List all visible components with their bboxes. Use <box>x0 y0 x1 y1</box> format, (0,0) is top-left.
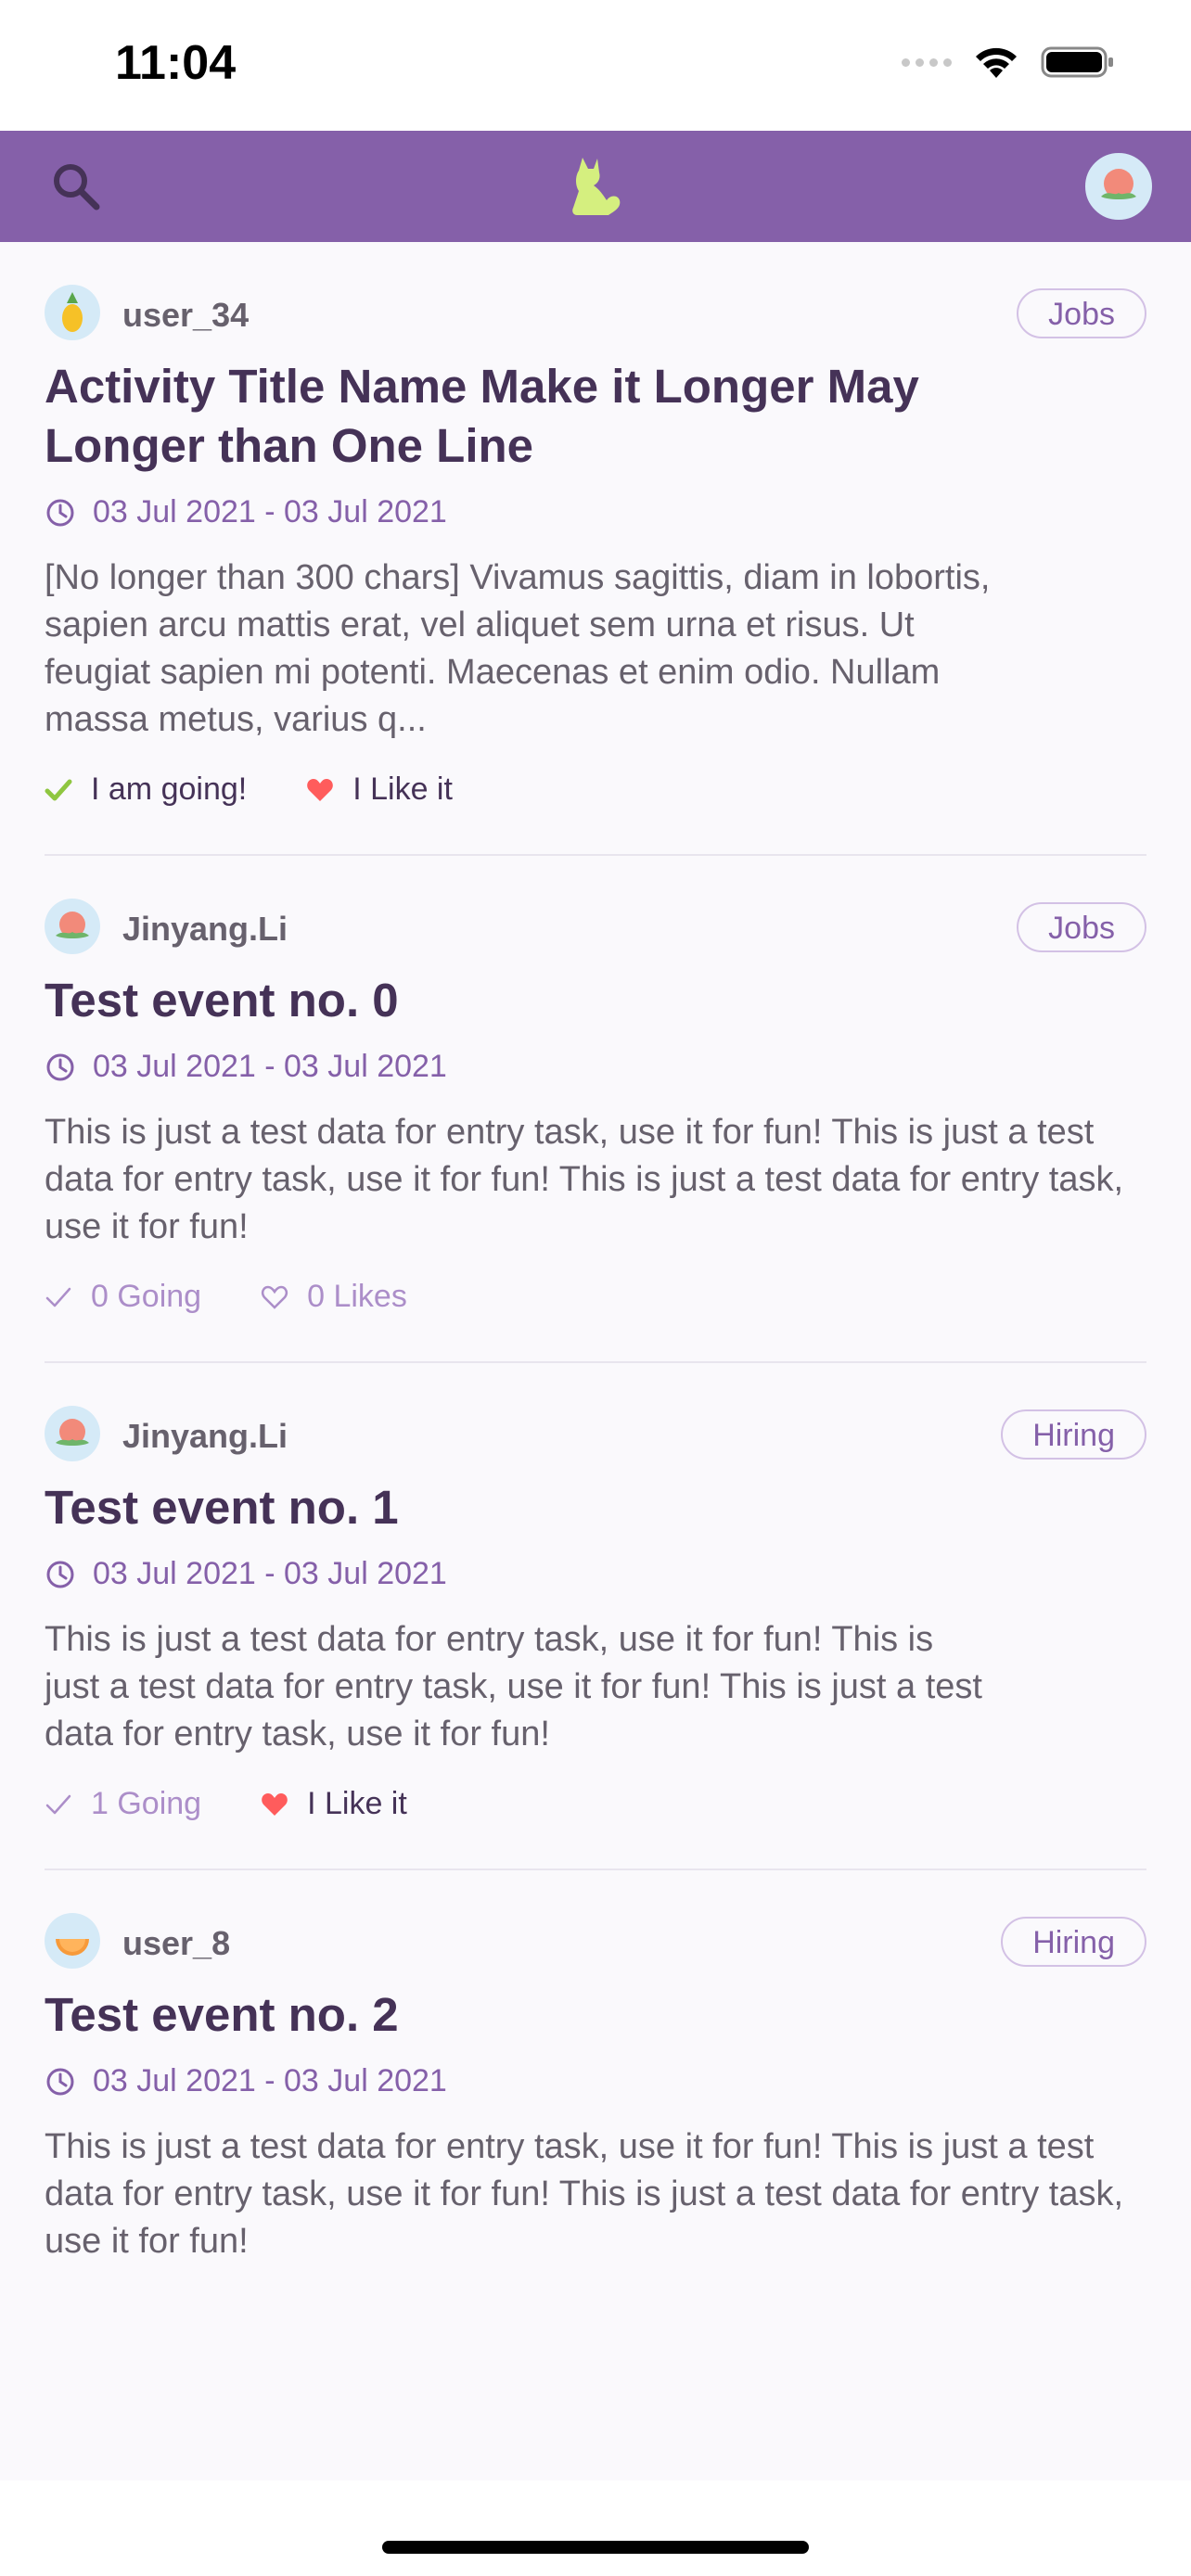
heart-icon <box>262 1792 288 1816</box>
going-count: 1 Going <box>91 1786 202 1821</box>
event-description: This is just a test data for entry task,… <box>45 1113 1124 1246</box>
event-card[interactable]: Jinyang.Li Jobs Test event no. 0 03 Jul … <box>45 856 1146 1363</box>
clock-icon <box>46 1053 74 1080</box>
peach-icon <box>56 912 89 938</box>
home-indicator[interactable] <box>382 2541 809 2554</box>
user-name[interactable]: Jinyang.Li <box>122 910 288 949</box>
wifi-icon <box>976 47 1017 78</box>
signal-icon <box>902 57 952 67</box>
profile-avatar[interactable] <box>1085 153 1152 220</box>
going-button[interactable]: 0 Going <box>45 1279 201 1315</box>
check-outline-icon <box>45 1287 71 1307</box>
event-actions: 1 Going I Like it <box>45 1786 1146 1868</box>
event-actions: 0 Going 0 Likes <box>45 1279 1146 1361</box>
status-bar: 11:04 <box>0 0 1191 131</box>
event-card[interactable]: user_34 Jobs Activity Title Name Make it… <box>45 242 1146 856</box>
event-date: 03 Jul 2021 - 03 Jul 2021 <box>45 494 1146 530</box>
heart-outline-icon <box>262 1285 288 1309</box>
going-count: 0 Going <box>91 1279 202 1314</box>
user-avatar[interactable] <box>45 1406 100 1461</box>
check-icon <box>45 779 72 800</box>
event-title[interactable]: Test event no. 2 <box>45 1959 935 2045</box>
battery-icon <box>1041 46 1113 78</box>
cat-logo-icon[interactable] <box>566 154 625 219</box>
like-button[interactable]: I Like it <box>261 1786 407 1822</box>
going-button[interactable]: I am going! <box>45 772 247 808</box>
melon-icon <box>56 1939 89 1956</box>
event-description: This is just a test data for entry task,… <box>45 2127 1124 2261</box>
channel-tag[interactable]: Hiring <box>1001 1409 1146 1460</box>
date-range: 03 Jul 2021 - 03 Jul 2021 <box>93 1556 447 1591</box>
status-icons <box>902 45 1115 80</box>
channel-tag[interactable]: Jobs <box>1017 902 1146 952</box>
like-button[interactable]: 0 Likes <box>261 1279 407 1315</box>
event-title[interactable]: Activity Title Name Make it Longer May L… <box>45 331 935 476</box>
peach-avatar-icon <box>1101 169 1136 199</box>
user-avatar[interactable] <box>45 1913 100 1969</box>
going-label: I am going! <box>91 772 248 807</box>
event-date: 03 Jul 2021 - 03 Jul 2021 <box>45 1556 1146 1592</box>
peach-icon <box>56 1419 89 1446</box>
user-name[interactable]: Jinyang.Li <box>122 1417 288 1456</box>
pineapple-icon <box>62 292 83 332</box>
event-title[interactable]: Test event no. 1 <box>45 1452 935 1537</box>
event-date: 03 Jul 2021 - 03 Jul 2021 <box>45 2063 1146 2099</box>
event-date: 03 Jul 2021 - 03 Jul 2021 <box>45 1049 1146 1085</box>
event-description: This is just a test data for entry task,… <box>45 1620 982 1753</box>
event-card[interactable]: Jinyang.Li Hiring Test event no. 1 03 Ju… <box>45 1363 1146 1870</box>
like-count: 0 Likes <box>307 1279 407 1314</box>
clock-icon <box>46 1561 74 1588</box>
date-range: 03 Jul 2021 - 03 Jul 2021 <box>93 1049 447 1084</box>
user-avatar[interactable] <box>45 285 100 340</box>
search-icon[interactable] <box>48 159 104 214</box>
user-avatar[interactable] <box>45 899 100 954</box>
channel-tag[interactable]: Hiring <box>1001 1917 1146 1967</box>
event-title[interactable]: Test event no. 0 <box>45 945 935 1030</box>
event-description: [No longer than 300 chars] Vivamus sagit… <box>45 558 991 739</box>
user-name[interactable]: user_8 <box>122 1924 230 1963</box>
check-outline-icon <box>45 1794 71 1814</box>
top-nav-bar <box>0 131 1191 242</box>
user-name[interactable]: user_34 <box>122 296 249 335</box>
bottom-safe-area <box>0 2480 1191 2576</box>
like-label: I Like it <box>352 772 453 807</box>
clock-icon <box>46 499 74 526</box>
channel-tag[interactable]: Jobs <box>1017 288 1146 338</box>
date-range: 03 Jul 2021 - 03 Jul 2021 <box>93 2063 447 2098</box>
event-card[interactable]: user_8 Hiring Test event no. 2 03 Jul 20… <box>45 1870 1146 2265</box>
event-actions: I am going! I Like it <box>45 772 1146 854</box>
like-button[interactable]: I Like it <box>306 772 453 808</box>
status-time: 11:04 <box>115 36 237 90</box>
event-feed: user_34 Jobs Activity Title Name Make it… <box>0 242 1191 2265</box>
date-range: 03 Jul 2021 - 03 Jul 2021 <box>93 494 447 529</box>
heart-icon <box>307 778 334 801</box>
like-label: I Like it <box>307 1786 407 1821</box>
going-button[interactable]: 1 Going <box>45 1786 201 1822</box>
clock-icon <box>46 2068 74 2095</box>
